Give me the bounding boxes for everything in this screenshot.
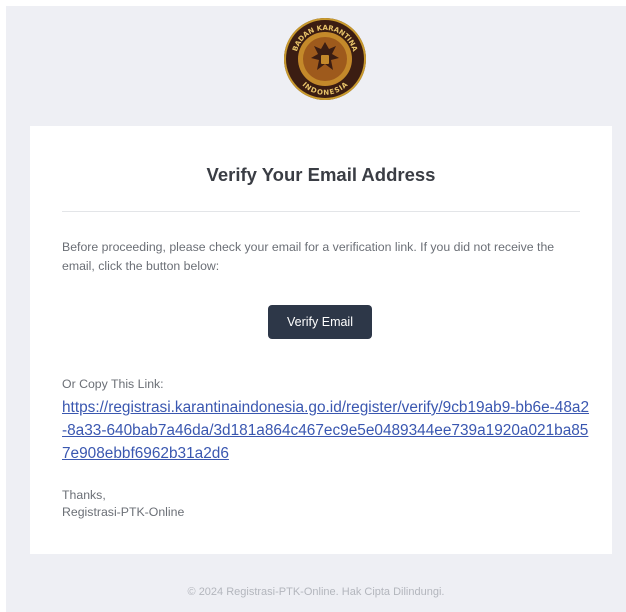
verification-link[interactable]: https://registrasi.karantinaindonesia.go…: [62, 396, 592, 465]
intro-text: Before proceeding, please check your ema…: [62, 240, 555, 273]
email-page: BADAN KARANTINA INDONESIA Verify Your Em…: [6, 6, 626, 612]
thanks-text: Thanks,: [62, 488, 106, 502]
verify-email-button[interactable]: Verify Email: [268, 305, 372, 339]
signoff: Thanks, Registrasi-PTK-Online: [62, 487, 184, 521]
footer-copyright: © 2024 Registrasi-PTK-Online. Hak Cipta …: [187, 586, 445, 598]
divider: [62, 211, 580, 212]
verification-card: Verify Your Email Address Before proceed…: [30, 126, 612, 554]
page-title: Verify Your Email Address: [206, 164, 436, 185]
badan-karantina-logo-icon: BADAN KARANTINA INDONESIA: [284, 18, 366, 100]
logo-emblem: BADAN KARANTINA INDONESIA: [291, 24, 359, 97]
copy-link-label: Or Copy This Link:: [62, 377, 164, 391]
signature-text: Registrasi-PTK-Online: [62, 505, 185, 519]
